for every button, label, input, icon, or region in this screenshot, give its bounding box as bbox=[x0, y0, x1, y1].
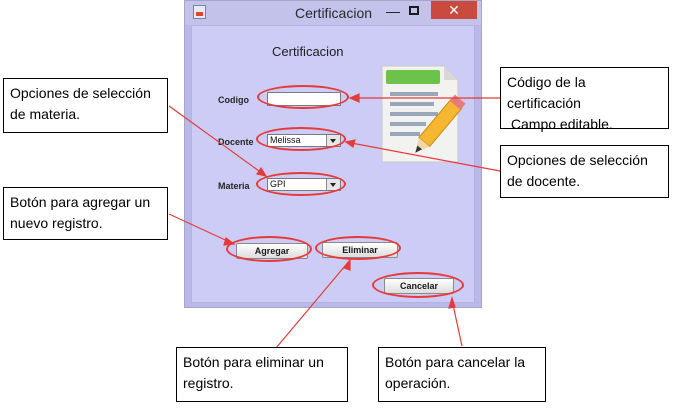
minimize-button[interactable]: — bbox=[383, 3, 403, 21]
title-bar[interactable]: Certificacion — ✕ bbox=[185, 1, 481, 25]
form-heading: Certificacion bbox=[272, 44, 344, 59]
materia-label: Materia bbox=[218, 181, 250, 191]
form-panel: Certificacion Codigo Docente Melissa Mat… bbox=[191, 25, 475, 303]
docente-highlight bbox=[256, 127, 346, 151]
java-cup-icon bbox=[193, 5, 206, 19]
callout-agregar: Botón para agregar un nuevo registro. bbox=[3, 187, 168, 240]
window-title: Certificacion bbox=[295, 5, 373, 21]
codigo-label: Codigo bbox=[218, 95, 249, 105]
eliminar-highlight bbox=[315, 236, 401, 260]
annotated-screenshot: Certificacion — ✕ Certificacion Codigo D… bbox=[0, 0, 681, 413]
maximize-button[interactable] bbox=[409, 6, 419, 15]
callout-cancelar: Botón para cancelar la operación. bbox=[378, 347, 546, 402]
callout-materia: Opciones de selección de materia. bbox=[3, 78, 168, 133]
callout-docente: Opciones de selección de docente. bbox=[500, 145, 669, 198]
certificacion-window: Certificacion — ✕ Certificacion Codigo D… bbox=[184, 0, 482, 308]
cancelar-highlight bbox=[372, 272, 464, 298]
callout-eliminar: Botón para eliminar un registro. bbox=[176, 347, 348, 402]
materia-highlight bbox=[256, 172, 346, 196]
agregar-highlight bbox=[226, 236, 312, 262]
docente-label: Docente bbox=[218, 137, 254, 147]
certificate-pencil-icon bbox=[381, 65, 466, 163]
callout-codigo: Código de la certificación Campo editabl… bbox=[500, 67, 669, 132]
codigo-highlight bbox=[257, 85, 349, 109]
close-button[interactable]: ✕ bbox=[431, 1, 477, 19]
